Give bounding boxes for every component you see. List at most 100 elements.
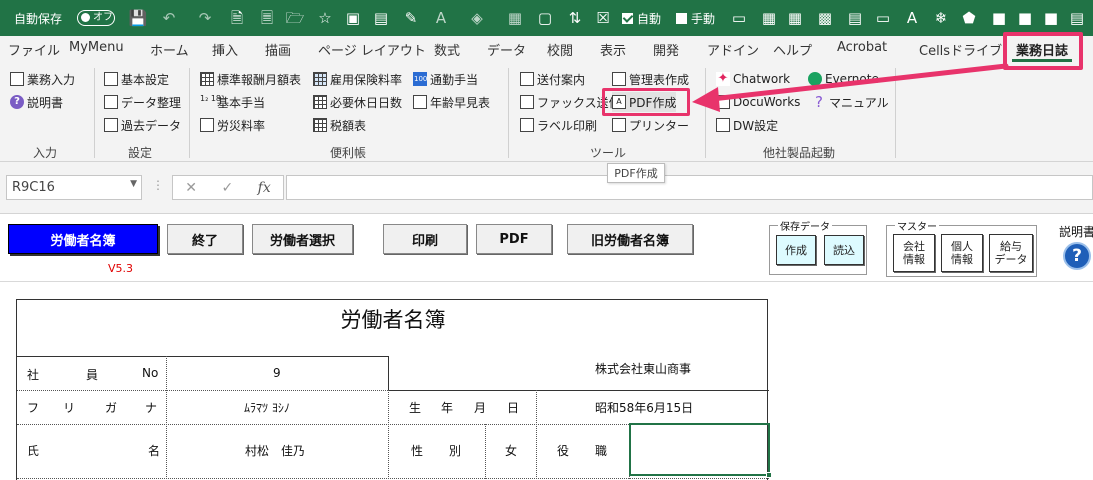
tax-table-button[interactable]: 税額表 bbox=[313, 115, 366, 135]
id-card-icon[interactable]: ▤ bbox=[846, 9, 864, 27]
worker-registry-button[interactable]: 労働者名簿 bbox=[8, 224, 158, 254]
manual-calc-checkbox[interactable]: 手動 bbox=[676, 0, 715, 36]
name-box[interactable]: R9C16 ▼ bbox=[6, 175, 142, 200]
tab-acrobat[interactable]: Acrobat bbox=[837, 40, 887, 55]
undo-icon[interactable]: ↶ bbox=[160, 9, 178, 27]
old-worker-registry-button[interactable]: 旧労働者名簿 bbox=[567, 224, 693, 254]
white-box-icon-2[interactable]: ■ bbox=[1016, 9, 1034, 27]
tab-formulas[interactable]: 数式 bbox=[434, 40, 460, 59]
cancel-icon[interactable]: ✕ bbox=[185, 180, 197, 196]
basic-allowance-button[interactable]: 1₂ 18³ 基本手当 bbox=[200, 92, 265, 112]
more-options-icon[interactable]: ⋮ bbox=[152, 178, 164, 192]
management-table-button[interactable]: 管理表作成 bbox=[612, 69, 689, 89]
business-input-button[interactable]: 業務入力 bbox=[10, 69, 75, 89]
text-a-icon[interactable]: A bbox=[903, 9, 921, 27]
star-icon[interactable]: ☆ bbox=[316, 9, 334, 27]
table-icon-2[interactable]: ▦ bbox=[786, 9, 804, 27]
basic-allowance-label: 基本手当 bbox=[217, 95, 266, 110]
insert-function-icon[interactable]: fx bbox=[258, 180, 271, 196]
redo-icon[interactable]: ↷ bbox=[196, 9, 214, 27]
docuworks-button[interactable]: DocuWorks bbox=[716, 92, 800, 112]
autosave-toggle[interactable]: オフ bbox=[77, 10, 115, 26]
read-save-button[interactable]: 読込 bbox=[824, 235, 864, 265]
clear-format-icon[interactable]: ☒ bbox=[594, 9, 612, 27]
evernote-button[interactable]: Evernote bbox=[808, 69, 879, 89]
white-box-icon-3[interactable]: ■ bbox=[1042, 9, 1060, 27]
open-folder-icon[interactable]: 🗁 bbox=[286, 9, 305, 27]
required-holidays-button[interactable]: 必要休日日数 bbox=[313, 92, 402, 112]
company-info-button[interactable]: 会社 情報 bbox=[893, 234, 935, 272]
data-cleanup-button[interactable]: データ整理 bbox=[104, 92, 181, 112]
tab-draw[interactable]: 描画 bbox=[265, 40, 291, 59]
tab-insert[interactable]: 挿入 bbox=[212, 40, 238, 59]
document-icon[interactable]: ▤ bbox=[372, 9, 390, 27]
employment-insurance-button[interactable]: 雇用保険料率 bbox=[313, 69, 402, 89]
group-separator bbox=[895, 68, 896, 158]
manual-label: 説明書 bbox=[27, 95, 64, 110]
sort-icon[interactable]: ⇅ bbox=[566, 9, 584, 27]
standard-pay-table-button[interactable]: 標準報酬月額表 bbox=[200, 69, 301, 89]
tab-cells-drive[interactable]: Cellsドライブ bbox=[919, 40, 1002, 59]
print-button[interactable]: 印刷 bbox=[383, 224, 467, 254]
help-circle-icon[interactable]: ? bbox=[1063, 242, 1091, 270]
pdf-button[interactable]: PDF bbox=[476, 224, 552, 254]
tab-data[interactable]: データ bbox=[487, 40, 526, 59]
cover-letter-button[interactable]: 送付案内 bbox=[520, 69, 585, 89]
font-size-icon[interactable]: ▤ bbox=[1068, 9, 1086, 27]
image-icon[interactable]: ▣ bbox=[344, 9, 362, 27]
tab-addins[interactable]: アドイン bbox=[707, 40, 759, 59]
enter-icon[interactable]: ✓ bbox=[221, 180, 233, 196]
salary-data-button[interactable]: 給与 データ bbox=[989, 234, 1033, 272]
fill-handle[interactable] bbox=[766, 472, 772, 478]
tab-mymenu[interactable]: MyMenu bbox=[69, 40, 124, 55]
past-data-button[interactable]: 過去データ bbox=[104, 115, 181, 135]
tab-review[interactable]: 校閲 bbox=[547, 40, 573, 59]
fill-color-icon[interactable]: ◈ bbox=[468, 9, 486, 27]
text-box-icon[interactable]: ▭ bbox=[874, 9, 892, 27]
dw-settings-button[interactable]: DW設定 bbox=[716, 115, 778, 135]
employee-no-value[interactable]: 9 bbox=[273, 366, 281, 380]
selected-cell[interactable] bbox=[629, 423, 772, 478]
formula-input[interactable] bbox=[286, 175, 1093, 200]
table-icon-1[interactable]: ▦ bbox=[760, 9, 778, 27]
name-value[interactable]: 村松 佳乃 bbox=[245, 442, 305, 459]
chatwork-button[interactable]: ✦ Chatwork bbox=[716, 69, 790, 89]
tab-home[interactable]: ホーム bbox=[150, 40, 189, 59]
format-painter-icon[interactable]: ✎ bbox=[402, 9, 420, 27]
workers-comp-rate-button[interactable]: 労災料率 bbox=[200, 115, 265, 135]
basic-settings-button[interactable]: 基本設定 bbox=[104, 69, 169, 89]
border-icon[interactable]: ▦ bbox=[506, 9, 524, 27]
pdf-export-icon[interactable]: 🗏 bbox=[258, 9, 276, 27]
snowflake-icon[interactable]: ❄ bbox=[932, 9, 950, 27]
gender-value[interactable]: 女 bbox=[505, 442, 517, 459]
tab-help[interactable]: ヘルプ bbox=[773, 40, 812, 59]
font-color-icon[interactable]: A bbox=[432, 9, 450, 27]
printer-button[interactable]: プリンター bbox=[612, 115, 689, 135]
tab-view[interactable]: 表示 bbox=[600, 40, 626, 59]
merge-cells-icon[interactable]: ▢ bbox=[536, 9, 554, 27]
manual-button[interactable]: ? 説明書 bbox=[10, 92, 63, 112]
label-print-button[interactable]: ラベル印刷 bbox=[520, 115, 597, 135]
grid-icon[interactable]: ▩ bbox=[816, 9, 834, 27]
tab-file[interactable]: ファイル bbox=[8, 40, 60, 59]
exit-button[interactable]: 終了 bbox=[167, 224, 243, 254]
select-worker-button[interactable]: 労働者選択 bbox=[252, 224, 353, 254]
tab-page-layout[interactable]: ページ レイアウト bbox=[318, 40, 426, 59]
tab-developer[interactable]: 開発 bbox=[653, 40, 679, 59]
furigana-label-2: リ bbox=[63, 401, 76, 415]
create-save-button[interactable]: 作成 bbox=[776, 235, 816, 265]
window-icon[interactable]: ▭ bbox=[730, 9, 748, 27]
auto-calc-checkbox[interactable]: 自動 bbox=[622, 0, 661, 36]
white-box-icon-1[interactable]: ■ bbox=[990, 9, 1008, 27]
company-name[interactable]: 株式会社東山商事 bbox=[595, 360, 691, 377]
birth-date-value[interactable]: 昭和58年6月15日 bbox=[595, 399, 693, 416]
age-chart-button[interactable]: 年齢早見表 bbox=[413, 92, 490, 112]
commute-allowance-button[interactable]: 100 通勤手当 bbox=[413, 69, 478, 89]
new-file-icon[interactable]: 🗎 bbox=[228, 9, 246, 27]
pentagon-icon[interactable]: ⬟ bbox=[960, 9, 978, 27]
personal-info-button[interactable]: 個人 情報 bbox=[941, 234, 983, 272]
manual-doc-button[interactable]: ? マニュアル bbox=[812, 92, 889, 112]
save-icon[interactable]: 💾 bbox=[129, 9, 148, 27]
chevron-down-icon[interactable]: ▼ bbox=[130, 179, 137, 189]
furigana-value[interactable]: ﾑﾗﾏﾂ ﾖｼﾉ bbox=[244, 399, 290, 416]
